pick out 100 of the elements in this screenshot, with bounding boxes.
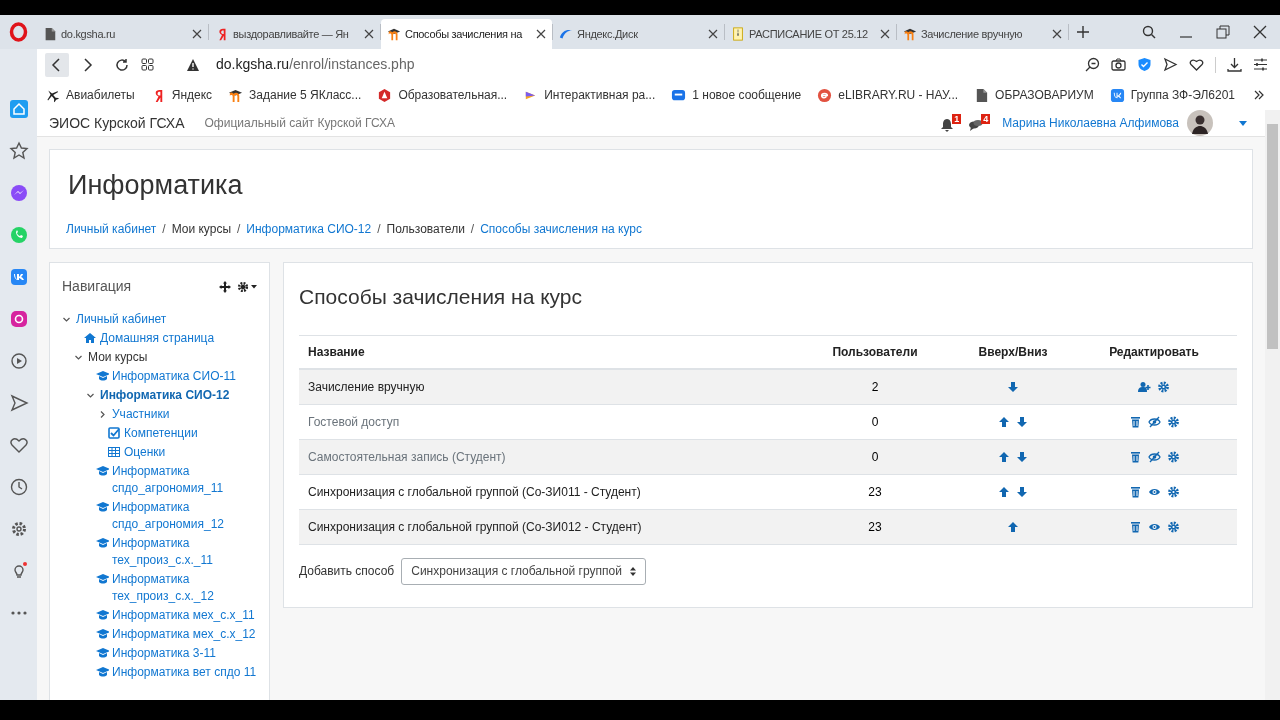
grid-icon[interactable] xyxy=(141,58,154,71)
nav-link[interactable]: Домашняя страница xyxy=(100,330,215,347)
page-icon xyxy=(974,87,990,103)
arrow-up-icon[interactable] xyxy=(1007,520,1019,533)
download-icon[interactable] xyxy=(1227,57,1242,72)
eye-slash-icon[interactable] xyxy=(1147,450,1161,463)
back-icon[interactable] xyxy=(45,52,69,77)
speech-bubbles-button[interactable]: 4 xyxy=(969,114,991,132)
arrow-down-icon[interactable] xyxy=(1016,485,1028,498)
send-icon[interactable] xyxy=(8,393,29,413)
site-link[interactable]: Официальный сайт Курской ГСХА xyxy=(204,114,396,132)
plus-icon[interactable] xyxy=(1077,26,1089,38)
address-field[interactable]: do.kgsha.ru/enrol/instances.php xyxy=(216,54,415,75)
graduation-cap-icon xyxy=(96,537,109,549)
bookmark[interactable]: 1 новое сообщение xyxy=(671,86,802,104)
close-icon[interactable] xyxy=(536,29,546,39)
nav-link[interactable]: Информатика спдо_агрономия_11 xyxy=(112,463,257,497)
arrow-down-icon[interactable] xyxy=(1007,380,1019,393)
nav-link[interactable]: Информатика СИО-12 xyxy=(100,387,230,404)
nav-link[interactable]: Информатика 3-11 xyxy=(112,645,216,662)
chat-icon xyxy=(671,87,687,103)
breadcrumb-link[interactable]: Личный кабинет xyxy=(66,220,157,238)
speech-bubbles-icon xyxy=(969,118,984,132)
send-icon[interactable] xyxy=(1163,57,1178,72)
trash-icon[interactable] xyxy=(1128,485,1142,498)
move-icon[interactable] xyxy=(219,280,231,293)
breadcrumb-separator: / xyxy=(237,221,241,238)
cap-m-icon xyxy=(903,27,917,41)
bookmark[interactable]: Группа ЗФ-ЭЛ6201 xyxy=(1109,86,1236,104)
forward-icon[interactable] xyxy=(81,57,95,72)
trash-icon[interactable] xyxy=(1128,415,1142,428)
bookmark[interactable]: Интерактивная ра... xyxy=(523,86,656,104)
messenger-icon[interactable] xyxy=(8,183,29,203)
close-icon[interactable] xyxy=(708,29,718,39)
column-header: Редактировать xyxy=(1108,343,1200,361)
graduation-cap-icon xyxy=(96,465,109,477)
user-name[interactable]: Марина Николаевна Алфимова xyxy=(1002,114,1179,132)
search-icon[interactable] xyxy=(1142,25,1156,39)
shield-icon[interactable] xyxy=(1137,57,1152,72)
arrow-up-icon[interactable] xyxy=(998,485,1010,498)
heart-icon[interactable] xyxy=(1189,57,1204,72)
home-icon[interactable] xyxy=(8,99,29,119)
scrollbar[interactable] xyxy=(1265,110,1280,700)
column-header: Название xyxy=(307,343,366,361)
nav-link[interactable]: Оценки xyxy=(124,444,166,461)
close-icon[interactable] xyxy=(1253,25,1267,39)
browser-tab[interactable]: Способы зачисления на xyxy=(381,19,552,49)
clock-icon[interactable] xyxy=(8,477,29,497)
star-icon[interactable] xyxy=(8,141,29,161)
bookmark[interactable]: ОБРАЗОВАРИУМ xyxy=(974,86,1094,104)
reload-icon[interactable] xyxy=(115,57,129,72)
breadcrumb-separator: / xyxy=(162,221,166,238)
chevron-down-icon[interactable] xyxy=(62,315,71,324)
tab-title: Зачисление вручную xyxy=(921,26,1023,42)
trash-icon[interactable] xyxy=(1128,450,1142,463)
close-icon[interactable] xyxy=(1052,29,1062,39)
close-icon[interactable] xyxy=(880,29,890,39)
chevrons-icon[interactable] xyxy=(1254,90,1264,100)
bookmark[interactable]: Задание 5 ЯКласс... xyxy=(228,86,362,104)
chevron-down-icon[interactable] xyxy=(86,391,95,400)
graduation-cap-icon xyxy=(96,501,109,513)
play-circle-icon[interactable] xyxy=(8,351,29,371)
zoom-icon[interactable] xyxy=(1085,57,1100,72)
nav-link[interactable]: Информатика тех_произ_с.х._12 xyxy=(112,571,257,605)
bookmark[interactable]: Авиабилеты xyxy=(45,86,135,104)
bookmark[interactable]: Яндекс xyxy=(150,86,213,104)
cap-m-icon xyxy=(228,87,244,103)
close-icon[interactable] xyxy=(192,29,202,39)
chevron-right-icon[interactable] xyxy=(98,410,107,419)
breadcrumb-link[interactable]: Способы зачисления на курс xyxy=(480,220,642,238)
bookmark[interactable]: eLIBRARY.RU - НАУ... xyxy=(817,86,959,104)
avatar-icon[interactable] xyxy=(1187,110,1213,136)
heart-icon[interactable] xyxy=(8,435,29,455)
nav-link[interactable]: Информатика СИО-11 xyxy=(112,368,236,385)
sliders-icon[interactable] xyxy=(1253,57,1268,72)
nav-link[interactable]: Информатика мех_с.х_12 xyxy=(112,626,256,643)
caret-icon[interactable] xyxy=(1239,120,1247,126)
nav-link[interactable]: Информатика вет спдо 11 xyxy=(112,664,257,681)
bell-button[interactable]: 1 xyxy=(940,114,962,132)
eye-slash-icon[interactable] xyxy=(1147,415,1161,428)
camera-icon[interactable] xyxy=(1111,57,1126,72)
nav-link[interactable]: Компетенции xyxy=(124,425,198,442)
nav-link[interactable]: Информатика спдо_агрономия_12 xyxy=(112,499,257,533)
site-brand[interactable]: ЭИОС Курской ГСХА xyxy=(49,112,185,134)
page-title: Информатика xyxy=(68,172,244,199)
nav-link[interactable]: Участники xyxy=(112,406,170,423)
restore-icon[interactable] xyxy=(1216,25,1230,39)
trash-icon[interactable] xyxy=(1128,520,1142,533)
vk-icon[interactable] xyxy=(8,267,29,287)
select-field[interactable]: Синхронизация с глобальной группой xyxy=(401,557,646,585)
nav-link[interactable]: Информатика мех_с.х_11 xyxy=(112,607,255,624)
chevron-down-icon[interactable] xyxy=(74,353,83,362)
nav-link[interactable]: Мои курсы xyxy=(88,349,148,366)
nav-link[interactable]: Информатика тех_произ_с.х._11 xyxy=(112,535,257,569)
breadcrumb-link[interactable]: Информатика СИО-12 xyxy=(246,220,372,238)
tab-title: Яндекс.Диск xyxy=(577,26,638,42)
add-user-icon[interactable] xyxy=(1138,380,1151,393)
bookmark[interactable]: Образовательная... xyxy=(377,86,508,104)
nav-link[interactable]: Личный кабинет xyxy=(76,311,167,328)
close-icon[interactable] xyxy=(364,29,374,39)
